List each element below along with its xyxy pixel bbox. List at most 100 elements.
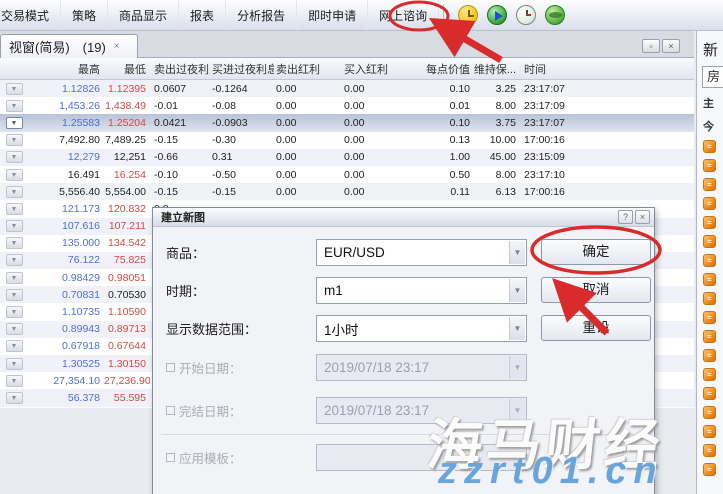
column-header[interactable]: 时间 bbox=[516, 60, 578, 77]
cell-low: 5,554.00 bbox=[104, 186, 150, 198]
row-dropdown-icon[interactable]: ▼ bbox=[6, 289, 23, 301]
menu-item-5[interactable]: 即时申请 bbox=[297, 0, 368, 30]
cell-high: 16.491 bbox=[28, 169, 104, 181]
row-dropdown-icon[interactable]: ▼ bbox=[6, 117, 23, 129]
chevron-down-icon[interactable]: ▼ bbox=[509, 241, 525, 264]
row-dropdown-icon[interactable]: ▼ bbox=[6, 83, 23, 95]
table-row[interactable]: ▼5,556.405,554.00-0.15-0.150.000.000.116… bbox=[0, 183, 694, 200]
news-feed-icon[interactable]: ≈ bbox=[703, 349, 716, 362]
table-row[interactable]: ▼1.128261.123950.0607-0.12640.000.000.10… bbox=[0, 80, 694, 97]
menu-item-1[interactable]: 策略 bbox=[61, 0, 108, 30]
news-feed-icon[interactable]: ≈ bbox=[703, 368, 716, 381]
cell-high: 76.122 bbox=[28, 254, 104, 266]
row-dropdown-icon[interactable]: ▼ bbox=[6, 220, 23, 232]
cell-high: 1.30525 bbox=[28, 358, 104, 370]
world-news-icon[interactable] bbox=[545, 5, 565, 25]
start-date-select[interactable]: 2019/07/18 23:17 ▼ bbox=[316, 354, 527, 381]
cell-low: 1.10590 bbox=[104, 306, 150, 318]
row-dropdown-icon[interactable]: ▼ bbox=[6, 203, 23, 215]
news-feed-icon[interactable]: ≈ bbox=[703, 178, 716, 191]
table-row[interactable]: ▼1.255831.252040.0421-0.09030.000.000.10… bbox=[0, 114, 694, 131]
cell-low: 1.25204 bbox=[104, 117, 150, 129]
news-feed-icon[interactable]: ≈ bbox=[703, 292, 716, 305]
cell-high: 5,556.40 bbox=[28, 186, 104, 198]
restore-window-icon[interactable]: ▫ bbox=[642, 39, 660, 53]
history-clock-icon[interactable] bbox=[516, 5, 536, 25]
row-dropdown-icon[interactable]: ▼ bbox=[6, 254, 23, 266]
start-date-checkbox[interactable] bbox=[166, 363, 175, 372]
column-header[interactable]: 买进过夜利息 bbox=[210, 60, 274, 77]
row-dropdown-icon[interactable]: ▼ bbox=[6, 237, 23, 249]
table-row[interactable]: ▼12,27912,251-0.660.310.000.001.0045.002… bbox=[0, 149, 694, 166]
column-header[interactable]: 最低 bbox=[104, 60, 150, 77]
column-header[interactable]: 卖出过夜利息 bbox=[150, 60, 210, 77]
news-feed-icon[interactable]: ≈ bbox=[703, 406, 716, 419]
news-feed-icon[interactable]: ≈ bbox=[703, 425, 716, 438]
table-row[interactable]: ▼16.49116.254-0.10-0.500.000.000.508.002… bbox=[0, 166, 694, 183]
news-feed-icon[interactable]: ≈ bbox=[703, 140, 716, 153]
template-select[interactable] bbox=[316, 444, 527, 471]
table-row[interactable]: ▼1,453.261,438.49-0.01-0.080.000.000.018… bbox=[0, 97, 694, 114]
news-feed-icon[interactable]: ≈ bbox=[703, 311, 716, 324]
play-chart-icon[interactable] bbox=[487, 5, 507, 25]
period-label: 时期： bbox=[166, 281, 205, 300]
news-feed-icon[interactable]: ≈ bbox=[703, 444, 716, 457]
dialog-close-icon[interactable]: × bbox=[635, 210, 650, 224]
row-dropdown-icon[interactable]: ▼ bbox=[6, 306, 23, 318]
row-dropdown-icon[interactable]: ▼ bbox=[6, 375, 23, 387]
row-dropdown-icon[interactable]: ▼ bbox=[6, 340, 23, 352]
row-dropdown-icon[interactable]: ▼ bbox=[6, 151, 23, 163]
column-header[interactable]: 维持保... bbox=[470, 60, 516, 77]
row-dropdown-icon[interactable]: ▼ bbox=[6, 186, 23, 198]
news-feed-icon[interactable]: ≈ bbox=[703, 216, 716, 229]
chevron-down-icon[interactable]: ▼ bbox=[509, 317, 525, 340]
row-dropdown-icon[interactable]: ▼ bbox=[6, 100, 23, 112]
template-checkbox[interactable] bbox=[166, 453, 175, 462]
data-range-select[interactable]: 1小时 ▼ bbox=[316, 315, 527, 342]
dialog-help-icon[interactable]: ? bbox=[618, 210, 633, 224]
column-header[interactable]: 每点价值 bbox=[416, 60, 470, 77]
dialog-title-bar[interactable]: 建立新图 ? × bbox=[153, 208, 654, 227]
row-dropdown-icon[interactable]: ▼ bbox=[6, 272, 23, 284]
menu-item-2[interactable]: 商品显示 bbox=[108, 0, 179, 30]
news-feed-icon[interactable]: ≈ bbox=[703, 235, 716, 248]
column-header[interactable]: 买入红利 bbox=[342, 60, 416, 77]
cell-low: 0.98051 bbox=[104, 272, 150, 284]
menu-item-4[interactable]: 分析报告 bbox=[226, 0, 297, 30]
cell-low: 0.70530 bbox=[104, 289, 150, 301]
end-date-checkbox[interactable] bbox=[166, 406, 175, 415]
news-search-input[interactable]: 房 bbox=[702, 66, 723, 88]
news-feed-icon[interactable]: ≈ bbox=[703, 273, 716, 286]
cell-c6: 0.00 bbox=[342, 134, 416, 146]
reset-button[interactable]: 重设 bbox=[541, 315, 651, 341]
row-dropdown-icon[interactable]: ▼ bbox=[6, 134, 23, 146]
close-window-icon[interactable]: × bbox=[662, 39, 680, 53]
news-feed-icon[interactable]: ≈ bbox=[703, 159, 716, 172]
news-feed-icon[interactable]: ≈ bbox=[703, 254, 716, 267]
row-dropdown-icon[interactable]: ▼ bbox=[6, 169, 23, 181]
column-header[interactable]: 最高 bbox=[28, 60, 104, 77]
chevron-down-icon[interactable]: ▼ bbox=[509, 279, 525, 302]
tab-close-icon[interactable]: × bbox=[114, 41, 120, 52]
period-select[interactable]: m1 ▼ bbox=[316, 277, 527, 304]
row-dropdown-icon[interactable]: ▼ bbox=[6, 392, 23, 404]
cancel-button[interactable]: 取消 bbox=[541, 277, 651, 303]
cell-c8: 10.00 bbox=[470, 134, 516, 146]
menu-item-6[interactable]: 网上谘询 bbox=[368, 0, 439, 30]
row-dropdown-icon[interactable]: ▼ bbox=[6, 323, 23, 335]
news-feed-icon[interactable]: ≈ bbox=[703, 463, 716, 476]
news-feed-icon[interactable]: ≈ bbox=[703, 387, 716, 400]
symbol-select[interactable]: EUR/USD ▼ bbox=[316, 239, 527, 266]
new-chart-clock-icon[interactable] bbox=[458, 5, 478, 25]
column-header[interactable]: 卖出红利 bbox=[274, 60, 342, 77]
cell-high: 1,453.26 bbox=[28, 100, 104, 112]
end-date-select[interactable]: 2019/07/18 23:17 ▼ bbox=[316, 397, 527, 424]
menu-item-0[interactable]: 交易模式 bbox=[0, 0, 61, 30]
news-feed-icon[interactable]: ≈ bbox=[703, 330, 716, 343]
ok-button[interactable]: 确定 bbox=[541, 239, 651, 265]
table-row[interactable]: ▼7,492.807,489.25-0.15-0.300.000.000.131… bbox=[0, 132, 694, 149]
row-dropdown-icon[interactable]: ▼ bbox=[6, 358, 23, 370]
news-feed-icon[interactable]: ≈ bbox=[703, 197, 716, 210]
tab-watch-window[interactable]: 视窗(简易) (19) × bbox=[0, 34, 138, 58]
menu-item-3[interactable]: 报表 bbox=[179, 0, 226, 30]
